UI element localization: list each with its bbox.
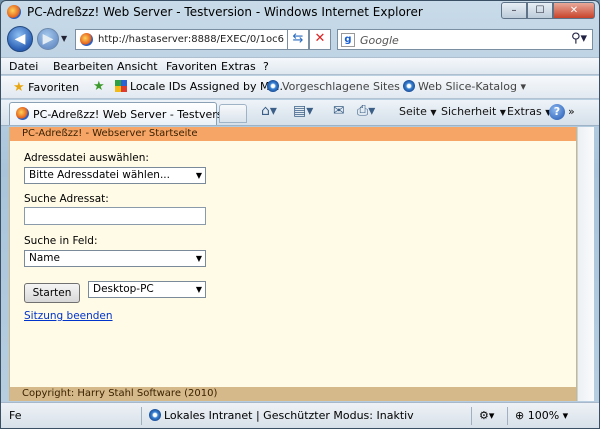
favorite-suggested-sites[interactable]: Vorgeschlagene Sites ▾ [267, 80, 409, 93]
status-text: Fe [9, 409, 22, 422]
address-file-select[interactable]: Bitte Adressdatei wählen... ▼ [24, 167, 206, 184]
tab-label: PC-Adreßzz! Web Server - Testversion [33, 108, 240, 121]
stop-icon[interactable]: ✕ [309, 29, 331, 50]
favorite-locale-ids[interactable]: Locale IDs Assigned by Mi... [115, 80, 283, 93]
search-field-label: Suche in Feld: [24, 235, 98, 247]
windows-logo-icon [115, 80, 127, 92]
vertical-scrollbar[interactable] [577, 127, 594, 401]
logout-link[interactable]: Sitzung beenden [24, 310, 113, 322]
feeds-icon[interactable]: ▤▾ [293, 103, 313, 119]
google-icon: g [341, 33, 355, 47]
protected-mode-icon[interactable]: ⚙▾ [479, 409, 494, 422]
page-content: PC-Adreßzz! - Webserver Startseite Adres… [9, 127, 577, 401]
menu-bar: Datei Bearbeiten Ansicht Favoriten Extra… [1, 57, 599, 75]
search-recipient-label: Suche Adressat: [24, 193, 109, 205]
page-footer: Copyright: Harry Stahl Software (2010) [10, 387, 576, 401]
security-menu[interactable]: Sicherheit ▼ [441, 105, 506, 118]
search-placeholder: Google [360, 34, 399, 47]
menu-bearbeiten[interactable]: Bearbeiten [53, 60, 113, 73]
favorites-button[interactable]: ★ Favoriten [13, 80, 79, 95]
menu-help[interactable]: ? [263, 60, 269, 73]
more-commands-icon[interactable]: » [568, 105, 575, 118]
tab-favicon-icon [16, 107, 29, 120]
tab-active[interactable]: PC-Adreßzz! Web Server - Testversion [9, 102, 239, 125]
search-field-select[interactable]: Name ▼ [24, 250, 206, 267]
maximize-button[interactable]: ☐ [527, 2, 553, 19]
home-icon[interactable]: ⌂▾ [261, 103, 277, 119]
zoom-control[interactable]: ⊕ 100% ▾ [515, 409, 568, 422]
favorites-bar: ★ Favoriten ★ Locale IDs Assigned by Mi.… [1, 76, 599, 99]
menu-extras[interactable]: Extras [221, 60, 256, 73]
close-button[interactable]: ✕ [553, 2, 595, 19]
forward-button[interactable]: ▶ [37, 28, 59, 50]
favorites-label: Favoriten [28, 81, 80, 94]
extras-menu[interactable]: Extras ▼ [507, 105, 551, 118]
zoom-icon: ⊕ [515, 409, 525, 422]
add-favorite-icon[interactable]: ★ [93, 79, 105, 94]
refresh-icon[interactable]: ⇆ [287, 29, 309, 50]
history-dropdown-icon[interactable]: ▼ [61, 34, 67, 43]
status-bar: Fe Lokales Intranet | Geschützter Modus:… [1, 402, 599, 428]
site-favicon-icon [80, 33, 93, 46]
menu-ansicht[interactable]: Ansicht [117, 60, 158, 73]
start-button[interactable]: Starten [24, 283, 80, 303]
print-icon[interactable]: ⎙▾ [357, 103, 375, 119]
address-url: http://hastaserver:8888/EXEC/0/1oc6 [98, 34, 284, 45]
new-tab-button[interactable] [219, 104, 247, 123]
window-title: PC-Adreßzz! Web Server - Testversion - W… [27, 5, 423, 19]
window-controls: – ☐ ✕ [501, 2, 595, 19]
menu-favoriten[interactable]: Favoriten [166, 60, 217, 73]
intranet-globe-icon [149, 409, 161, 421]
favorite-web-slice[interactable]: Web Slice-Katalog ▾ [403, 80, 526, 93]
help-icon[interactable]: ? [549, 104, 565, 120]
page-menu[interactable]: Seite ▼ [399, 105, 437, 118]
target-device-select[interactable]: Desktop-PC ▼ [88, 281, 206, 298]
chevron-down-icon: ▼ [195, 254, 202, 263]
security-zone[interactable]: Lokales Intranet | Geschützter Modus: In… [149, 409, 414, 422]
chevron-down-icon: ▼ [195, 171, 202, 180]
menu-datei[interactable]: Datei [9, 60, 38, 73]
minimize-button[interactable]: – [501, 2, 527, 19]
browser-window: PC-Adreßzz! Web Server - Testversion - W… [0, 0, 600, 429]
mail-icon[interactable]: ✉ [333, 103, 345, 119]
search-icon[interactable]: ⚲▾ [571, 31, 587, 46]
ie-icon [267, 80, 279, 92]
search-box[interactable]: g Google ⚲▾ [337, 29, 593, 50]
back-button[interactable]: ◀ [7, 26, 33, 52]
ie-app-icon [7, 5, 21, 19]
search-recipient-input[interactable] [24, 207, 206, 225]
title-bar: PC-Adreßzz! Web Server - Testversion - W… [1, 1, 599, 23]
page-header: PC-Adreßzz! - Webserver Startseite [10, 127, 576, 141]
star-icon: ★ [13, 80, 25, 95]
navigation-bar: ◀ ▶ ▼ http://hastaserver:8888/EXEC/0/1oc… [1, 24, 599, 56]
tab-bar: PC-Adreßzz! Web Server - Testversion ⌂▾ … [1, 100, 599, 126]
web-slice-icon [403, 80, 415, 92]
file-select-label: Adressdatei auswählen: [24, 152, 149, 164]
chevron-down-icon: ▼ [195, 285, 202, 294]
